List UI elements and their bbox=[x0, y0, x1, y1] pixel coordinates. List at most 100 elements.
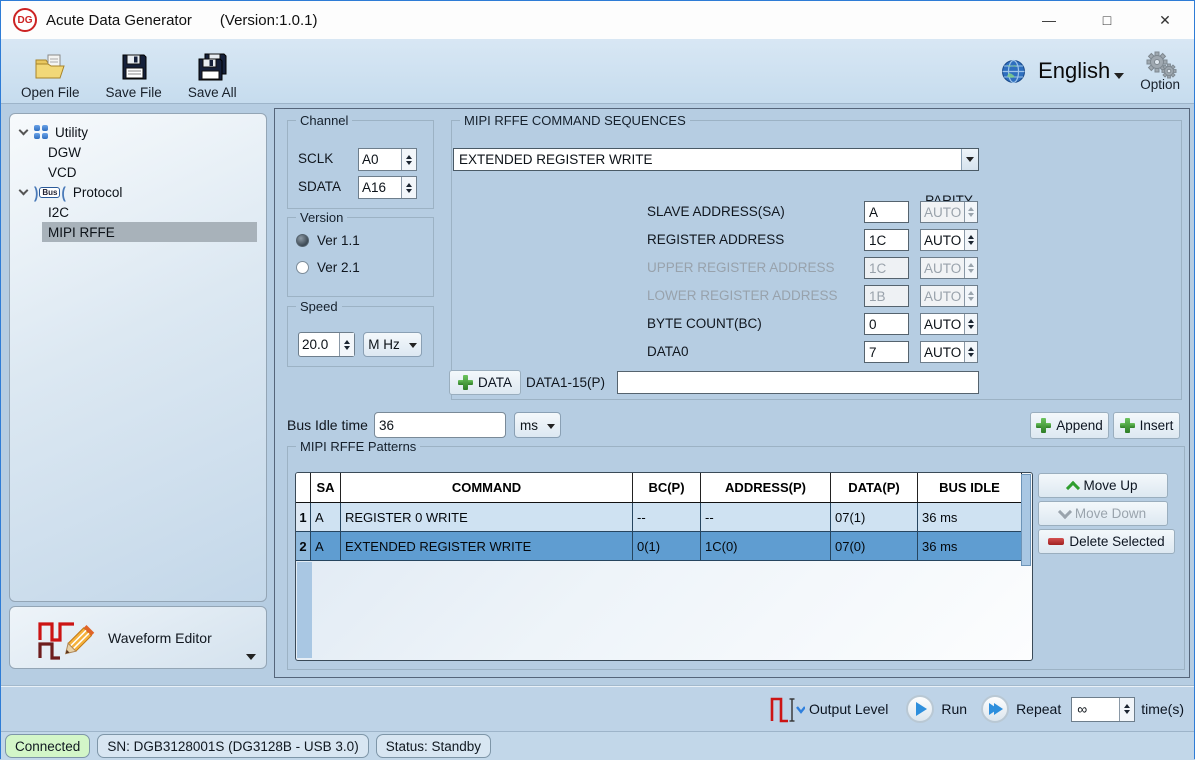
header-gutter bbox=[296, 473, 311, 503]
byte-count-parity-spinner[interactable]: AUTO bbox=[920, 313, 978, 335]
tree-item-protocol[interactable]: )Bus( Protocol bbox=[10, 182, 266, 202]
app-title: Acute Data Generator bbox=[46, 12, 192, 29]
close-button[interactable]: ✕ bbox=[1136, 1, 1194, 39]
sdata-spinner[interactable]: A16 bbox=[358, 176, 417, 199]
radio-label: Ver 1.1 bbox=[317, 233, 360, 248]
byte-count-input[interactable] bbox=[864, 313, 909, 335]
sclk-label: SCLK bbox=[298, 151, 333, 166]
data0-parity-spinner[interactable]: AUTO bbox=[920, 341, 978, 363]
repeat-button[interactable]: Repeat bbox=[981, 695, 1061, 723]
waveform-editor-icon bbox=[34, 614, 98, 662]
lower-register-parity-spinner: AUTO bbox=[920, 285, 978, 307]
move-up-button[interactable]: Move Up bbox=[1038, 473, 1168, 498]
spinner-arrows-icon[interactable] bbox=[1119, 698, 1134, 721]
status-bar: Connected SN: DGB3128001S (DG3128B - USB… bbox=[1, 731, 1194, 760]
spinner-arrows-icon[interactable] bbox=[339, 333, 354, 356]
tree-item-label: Utility bbox=[55, 125, 88, 140]
plus-icon bbox=[458, 375, 473, 390]
tree-item-label: Protocol bbox=[73, 185, 123, 200]
tree-item-vcd[interactable]: VCD bbox=[10, 162, 266, 182]
language-selector[interactable]: English bbox=[1038, 58, 1124, 84]
move-up-label: Move Up bbox=[1083, 478, 1137, 493]
cell-bus-idle: 36 ms bbox=[918, 503, 1022, 532]
output-level-button[interactable]: Output Level bbox=[769, 693, 888, 725]
spinner-arrows-icon[interactable] bbox=[964, 314, 977, 334]
tree-item-label: DGW bbox=[48, 145, 81, 160]
upper-register-address-input bbox=[864, 257, 909, 279]
repeat-count-spinner[interactable]: ∞ bbox=[1071, 697, 1135, 722]
run-toolbar: Output Level Run Repeat ∞ time(s) bbox=[1, 687, 1194, 731]
scrollbar-thumb[interactable] bbox=[1021, 474, 1031, 566]
open-file-button[interactable]: Open File bbox=[15, 42, 86, 100]
spinner-arrows-icon[interactable] bbox=[964, 230, 977, 250]
register-address-input[interactable] bbox=[864, 229, 909, 251]
data1-15-input[interactable] bbox=[617, 371, 979, 394]
speed-unit-dropdown[interactable]: M Hz bbox=[363, 332, 422, 357]
bus-idle-unit-label: ms bbox=[520, 418, 538, 433]
tree-item-mipi-rffe[interactable]: MIPI RFFE bbox=[42, 222, 257, 242]
header-bus-idle: BUS IDLE bbox=[918, 473, 1022, 503]
insert-button[interactable]: Insert bbox=[1113, 412, 1180, 439]
arrow-down-icon bbox=[1058, 504, 1072, 518]
repeat-label: Repeat bbox=[1016, 701, 1061, 717]
patterns-group-label: MIPI RFFE Patterns bbox=[296, 439, 420, 454]
radio-ver-2-1[interactable]: Ver 2.1 bbox=[296, 260, 360, 275]
command-select[interactable]: EXTENDED REGISTER WRITE bbox=[453, 148, 979, 171]
run-label: Run bbox=[941, 701, 967, 717]
table-row[interactable]: 1 A REGISTER 0 WRITE -- -- 07(1) 36 ms bbox=[296, 503, 1032, 532]
combo-arrow-icon[interactable] bbox=[961, 149, 978, 170]
command-sequences-label: MIPI RFFE COMMAND SEQUENCES bbox=[460, 113, 690, 128]
save-file-button[interactable]: Save File bbox=[100, 42, 168, 100]
option-button[interactable]: Option bbox=[1140, 51, 1180, 92]
lower-register-address-label: LOWER REGISTER ADDRESS bbox=[647, 288, 838, 303]
waveform-editor-button[interactable]: Waveform Editor bbox=[9, 606, 267, 669]
spinner-arrows-icon[interactable] bbox=[401, 149, 416, 170]
register-address-parity-spinner[interactable]: AUTO bbox=[920, 229, 978, 251]
tree-item-utility[interactable]: Utility bbox=[10, 122, 266, 142]
slave-address-input[interactable] bbox=[864, 201, 909, 223]
save-all-button[interactable]: Save All bbox=[182, 42, 243, 100]
app-logo-icon: DG bbox=[13, 8, 37, 32]
sclk-spinner[interactable]: A0 bbox=[358, 148, 417, 171]
data0-input[interactable] bbox=[864, 341, 909, 363]
save-all-label: Save All bbox=[188, 85, 237, 100]
bus-idle-input[interactable] bbox=[374, 412, 506, 438]
fast-forward-icon bbox=[981, 695, 1009, 723]
upper-register-parity-spinner: AUTO bbox=[920, 257, 978, 279]
add-data-button[interactable]: DATA bbox=[449, 370, 521, 395]
delete-selected-button[interactable]: Delete Selected bbox=[1038, 529, 1175, 554]
table-row-selected[interactable]: 2 A EXTENDED REGISTER WRITE 0(1) 1C(0) 0… bbox=[296, 532, 1032, 561]
spinner-arrows-icon[interactable] bbox=[401, 177, 416, 198]
tree-item-dgw[interactable]: DGW bbox=[10, 142, 266, 162]
chevron-down-icon bbox=[547, 424, 555, 429]
waveform-editor-label: Waveform Editor bbox=[108, 630, 212, 646]
bus-idle-unit-dropdown[interactable]: ms bbox=[514, 412, 561, 438]
table-scrollbar[interactable] bbox=[1021, 474, 1031, 659]
chevron-down-icon[interactable] bbox=[246, 654, 256, 660]
run-button[interactable]: Run bbox=[906, 695, 967, 723]
serial-number-badge: SN: DGB3128001S (DG3128B - USB 3.0) bbox=[97, 734, 368, 758]
tree-item-label: I2C bbox=[48, 205, 69, 220]
speed-spinner[interactable]: 20.0 bbox=[298, 332, 355, 357]
insert-label: Insert bbox=[1140, 418, 1174, 433]
upper-register-address-label: UPPER REGISTER ADDRESS bbox=[647, 260, 835, 275]
delete-selected-label: Delete Selected bbox=[1069, 534, 1164, 549]
append-button[interactable]: Append bbox=[1030, 412, 1109, 439]
chevron-expanded-icon[interactable] bbox=[19, 186, 29, 196]
cell-address: 1C(0) bbox=[701, 532, 831, 561]
register-address-label: REGISTER ADDRESS bbox=[647, 232, 784, 247]
parity-value: AUTO bbox=[921, 202, 964, 222]
spinner-arrows-icon[interactable] bbox=[964, 342, 977, 362]
chevron-expanded-icon[interactable] bbox=[19, 126, 29, 136]
maximize-button[interactable]: □ bbox=[1078, 1, 1136, 39]
chevron-down-icon bbox=[409, 343, 417, 348]
slave-address-label: SLAVE ADDRESS(SA) bbox=[647, 204, 785, 219]
minimize-button[interactable]: — bbox=[1020, 1, 1078, 39]
radio-label: Ver 2.1 bbox=[317, 260, 360, 275]
header-sa: SA bbox=[311, 473, 341, 503]
radio-ver-1-1[interactable]: Ver 1.1 bbox=[296, 233, 360, 248]
plus-icon bbox=[1036, 418, 1051, 433]
tree-item-i2c[interactable]: I2C bbox=[10, 202, 266, 222]
parity-value: AUTO bbox=[921, 258, 964, 278]
version-group-label: Version bbox=[296, 210, 347, 225]
